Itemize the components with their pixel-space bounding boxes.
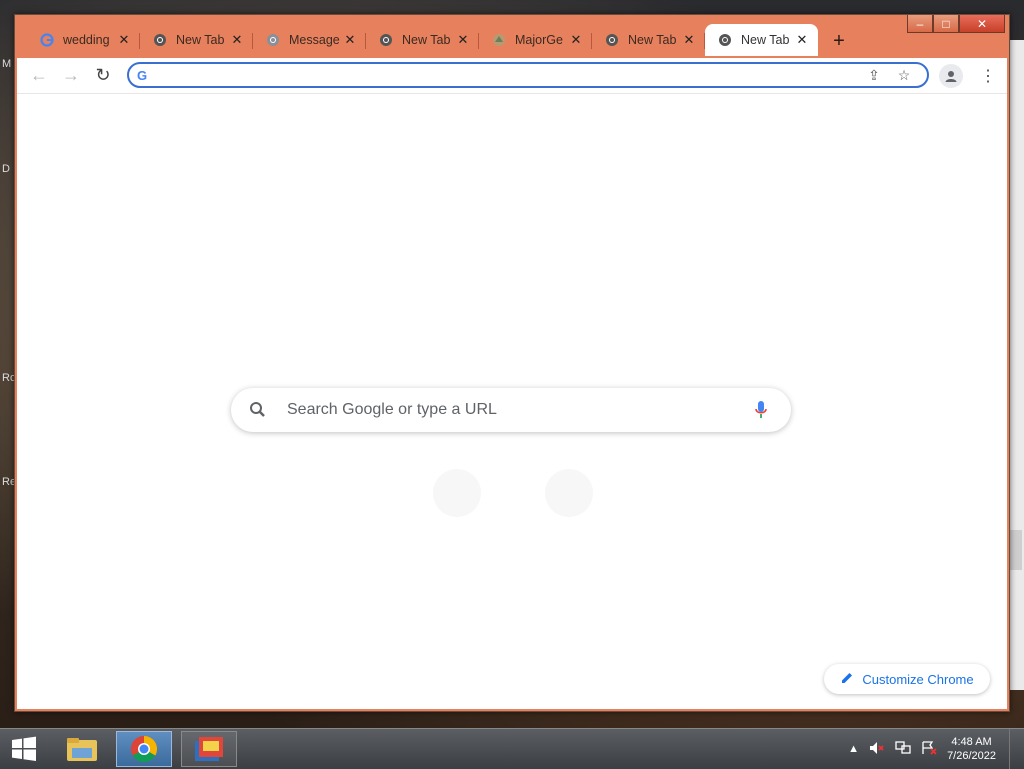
tab-new-tab[interactable]: New Tab ✕ bbox=[592, 24, 705, 56]
app-icon bbox=[195, 737, 223, 761]
maximize-button[interactable]: □ bbox=[933, 15, 959, 33]
close-window-button[interactable]: ✕ bbox=[959, 15, 1005, 33]
tab-new-tab-active[interactable]: New Tab ✕ bbox=[705, 24, 818, 56]
close-icon[interactable]: ✕ bbox=[794, 32, 810, 48]
close-icon[interactable]: ✕ bbox=[455, 32, 471, 48]
new-tab-page: Customize Chrome bbox=[17, 94, 1007, 709]
clock-time: 4:48 AM bbox=[951, 736, 992, 748]
minimize-button[interactable]: – bbox=[907, 15, 933, 33]
ntp-search-box[interactable] bbox=[231, 388, 791, 432]
chrome-icon bbox=[604, 32, 620, 48]
tab-title: MajorGe bbox=[515, 33, 563, 47]
bookmark-star-icon[interactable]: ☆ bbox=[889, 67, 919, 84]
close-icon[interactable]: ✕ bbox=[116, 32, 132, 48]
scroll-thumb[interactable] bbox=[1010, 530, 1022, 570]
profile-icon bbox=[945, 71, 957, 82]
close-icon[interactable]: ✕ bbox=[681, 32, 697, 48]
tab-title: New Tab bbox=[741, 33, 790, 47]
shortcut-tile[interactable] bbox=[433, 469, 481, 517]
window-controls: – □ ✕ bbox=[907, 15, 1005, 33]
microphone-icon[interactable] bbox=[731, 400, 791, 420]
tab-title: Message bbox=[289, 33, 340, 47]
system-tray: ▲ 4:48 AM 7/26/2022 bbox=[848, 729, 996, 769]
folder-icon bbox=[67, 738, 97, 761]
close-icon[interactable]: ✕ bbox=[342, 32, 358, 48]
google-icon: G bbox=[137, 67, 148, 83]
windows-logo-icon bbox=[12, 736, 36, 761]
network-icon[interactable] bbox=[895, 740, 911, 758]
show-hidden-icons-icon[interactable]: ▲ bbox=[848, 743, 859, 755]
chrome-icon bbox=[265, 32, 281, 48]
tab-new-tab[interactable]: New Tab ✕ bbox=[366, 24, 479, 56]
desktop-icon-label[interactable]: D bbox=[2, 163, 10, 175]
clock-date: 7/26/2022 bbox=[947, 750, 996, 762]
new-tab-button[interactable]: + bbox=[824, 26, 854, 56]
profile-button[interactable] bbox=[939, 64, 963, 88]
close-icon[interactable]: ✕ bbox=[568, 32, 584, 48]
site-icon bbox=[491, 32, 507, 48]
share-icon[interactable]: ⇪ bbox=[859, 67, 889, 84]
tab-new-tab[interactable]: New Tab ✕ bbox=[140, 24, 253, 56]
tab-title: New Tab bbox=[176, 33, 225, 47]
taskbar: ▲ 4:48 AM 7/26/2022 bbox=[0, 728, 1024, 769]
shortcut-tile[interactable] bbox=[545, 469, 593, 517]
back-button[interactable]: ← bbox=[23, 60, 55, 92]
tab-message[interactable]: Message ✕ bbox=[253, 24, 366, 56]
close-icon[interactable]: ✕ bbox=[229, 32, 245, 48]
reload-button[interactable]: ↻ bbox=[87, 60, 119, 92]
tab-title: New Tab bbox=[402, 33, 451, 47]
customize-chrome-label: Customize Chrome bbox=[862, 671, 974, 687]
chrome-menu-button[interactable]: ⋮ bbox=[979, 62, 997, 90]
pencil-icon bbox=[840, 671, 854, 688]
address-input[interactable] bbox=[155, 66, 859, 84]
customize-chrome-button[interactable]: Customize Chrome bbox=[824, 664, 990, 694]
desktop-icon-label[interactable]: M bbox=[2, 58, 11, 70]
action-center-flag-icon[interactable] bbox=[921, 740, 937, 758]
ntp-search-input[interactable] bbox=[285, 400, 731, 420]
tab-title: New Tab bbox=[628, 33, 677, 47]
clock[interactable]: 4:48 AM 7/26/2022 bbox=[947, 735, 996, 763]
toolbar: ← → ↻ G ⇪ ☆ ⋮ bbox=[17, 58, 1007, 94]
show-desktop-button[interactable] bbox=[1009, 729, 1024, 769]
chrome-icon bbox=[130, 735, 158, 763]
forward-button[interactable]: → bbox=[55, 60, 87, 92]
start-button[interactable] bbox=[0, 729, 48, 769]
taskbar-app[interactable] bbox=[181, 731, 237, 767]
chrome-window: – □ ✕ wedding ✕ New Tab ✕ Message ✕ New … bbox=[14, 14, 1010, 712]
tab-strip: wedding ✕ New Tab ✕ Message ✕ New Tab ✕ … bbox=[27, 24, 854, 56]
taskbar-chrome[interactable] bbox=[116, 731, 172, 767]
search-icon bbox=[231, 401, 285, 419]
tab-title: wedding bbox=[63, 33, 110, 47]
tab-wedding[interactable]: wedding ✕ bbox=[27, 24, 140, 56]
tab-majorge[interactable]: MajorGe ✕ bbox=[479, 24, 592, 56]
address-bar[interactable]: G ⇪ ☆ bbox=[127, 62, 929, 88]
volume-muted-icon[interactable] bbox=[869, 741, 885, 758]
chrome-icon bbox=[152, 32, 168, 48]
taskbar-file-explorer[interactable] bbox=[54, 731, 110, 767]
google-icon bbox=[39, 32, 55, 48]
chrome-icon bbox=[717, 32, 733, 48]
chrome-icon bbox=[378, 32, 394, 48]
background-window-scrollbar[interactable] bbox=[1008, 40, 1024, 690]
